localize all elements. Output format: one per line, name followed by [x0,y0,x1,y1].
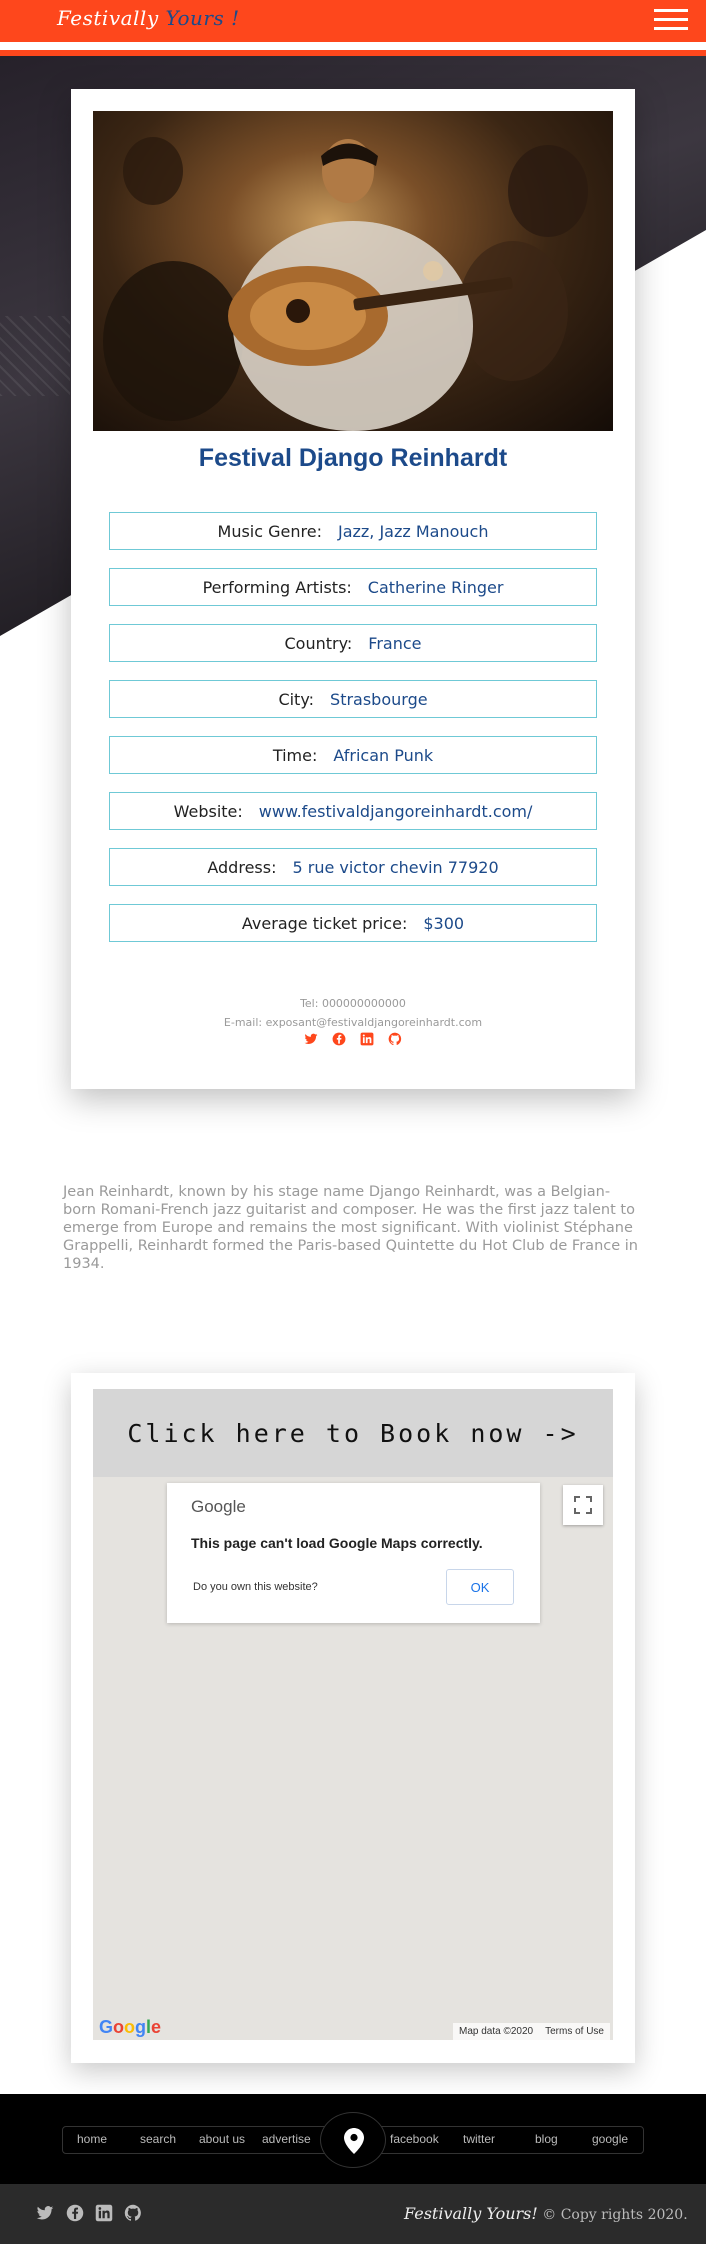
google-watermark: Google [99,2017,162,2037]
contact-tel: Tel: 000000000000 [300,997,406,1010]
linkedin-icon[interactable] [95,2204,113,2222]
copyright: Festivally Yours! © Copy rights 2020. [404,2204,688,2223]
google-map[interactable]: Click here to Book now -> Google This pa… [93,1389,613,2040]
info-row-artists: Performing Artists: Catherine Ringer [109,568,597,606]
map-error-message: This page can't load Google Maps correct… [191,1535,483,1551]
info-label: Country: [284,633,353,653]
info-value: 5 rue victor chevin 77920 [292,857,499,877]
facebook-icon[interactable] [66,2204,84,2222]
info-label: Address: [207,857,277,877]
info-value: $300 [423,913,465,933]
twitter-icon[interactable] [304,1032,318,1046]
google-logo: Google [191,1497,246,1516]
github-icon[interactable] [124,2204,142,2222]
github-icon[interactable] [388,1032,402,1046]
terms-link[interactable]: Terms of Use [539,2026,610,2037]
facebook-icon[interactable] [332,1032,346,1046]
info-label: Time: [272,745,318,765]
artist-bio: Jean Reinhardt, known by his stage name … [63,1184,638,1272]
card-social-links [71,1032,635,1046]
nav-advertise[interactable]: advertise [262,2132,311,2146]
nav-search[interactable]: search [140,2132,176,2146]
info-value: African Punk [333,745,434,765]
footer-bottom: Festivally Yours! © Copy rights 2020. [0,2184,706,2244]
book-now-button[interactable]: Click here to Book now -> [93,1389,613,1477]
festival-image [93,111,613,431]
map-error-dialog: Google This page can't load Google Maps … [167,1483,540,1623]
info-label: Performing Artists: [202,577,352,597]
guitarist-illustration [103,137,588,431]
nav-google[interactable]: google [592,2132,628,2146]
festival-card: Festival Django Reinhardt Music Genre: J… [71,89,635,1089]
website-link[interactable]: www.festivaldjangoreinhardt.com/ [259,802,533,821]
info-label: Average ticket price: [241,913,408,933]
nav-twitter[interactable]: twitter [463,2132,495,2146]
twitter-icon[interactable] [36,2204,54,2222]
info-value: Catherine Ringer [367,577,504,597]
info-row-address: Address: 5 rue victor chevin 77920 [109,848,597,886]
footer-nav-area: home search about us advertise facebook … [0,2094,706,2184]
contact-email[interactable]: E-mail: exposant@festivaldjangoreinhardt… [71,1016,635,1029]
site-logo[interactable]: Festivally Yours ! [57,6,240,30]
info-row-time: Time: African Punk [109,736,597,774]
linkedin-icon[interactable] [360,1032,374,1046]
info-row-genre: Music Genre: Jazz, Jazz Manouch [109,512,597,550]
location-pin-icon[interactable] [320,2112,386,2168]
info-label: Website: [173,801,243,821]
top-bar: Festivally Yours ! [0,0,706,42]
footer-brand: Festivally Yours! [404,2204,538,2223]
info-value: Strasbourge [330,689,428,709]
info-label: Music Genre: [217,521,322,541]
map-data-credit: Map data ©2020 [459,2026,534,2037]
info-row-website: Website: www.festivaldjangoreinhardt.com… [109,792,597,830]
stage-truss [0,316,70,396]
logo-part-1: Festivally [57,6,159,30]
nav-about-us[interactable]: about us [199,2132,245,2146]
info-label: City: [278,689,315,709]
festival-title: Festival Django Reinhardt [198,444,508,472]
nav-facebook[interactable]: facebook [390,2132,439,2146]
info-value: France [368,633,422,653]
map-footer: Map data ©2020 Terms of Use [453,2023,610,2040]
info-row-price: Average ticket price: $300 [109,904,597,942]
logo-part-2: Yours ! [165,6,240,30]
booking-card: Click here to Book now -> Google This pa… [71,1373,635,2063]
info-row-city: City: Strasbourge [109,680,597,718]
hamburger-icon[interactable] [654,9,688,31]
ok-button[interactable]: OK [446,1569,514,1605]
info-row-country: Country: France [109,624,597,662]
fullscreen-icon[interactable] [563,1485,603,1525]
nav-blog[interactable]: blog [535,2132,558,2146]
nav-home[interactable]: home [77,2132,107,2146]
info-value: Jazz, Jazz Manouch [337,521,489,541]
copyright-text: © Copy rights 2020. [537,2207,688,2223]
own-website-link[interactable]: Do you own this website? [193,1581,318,1593]
